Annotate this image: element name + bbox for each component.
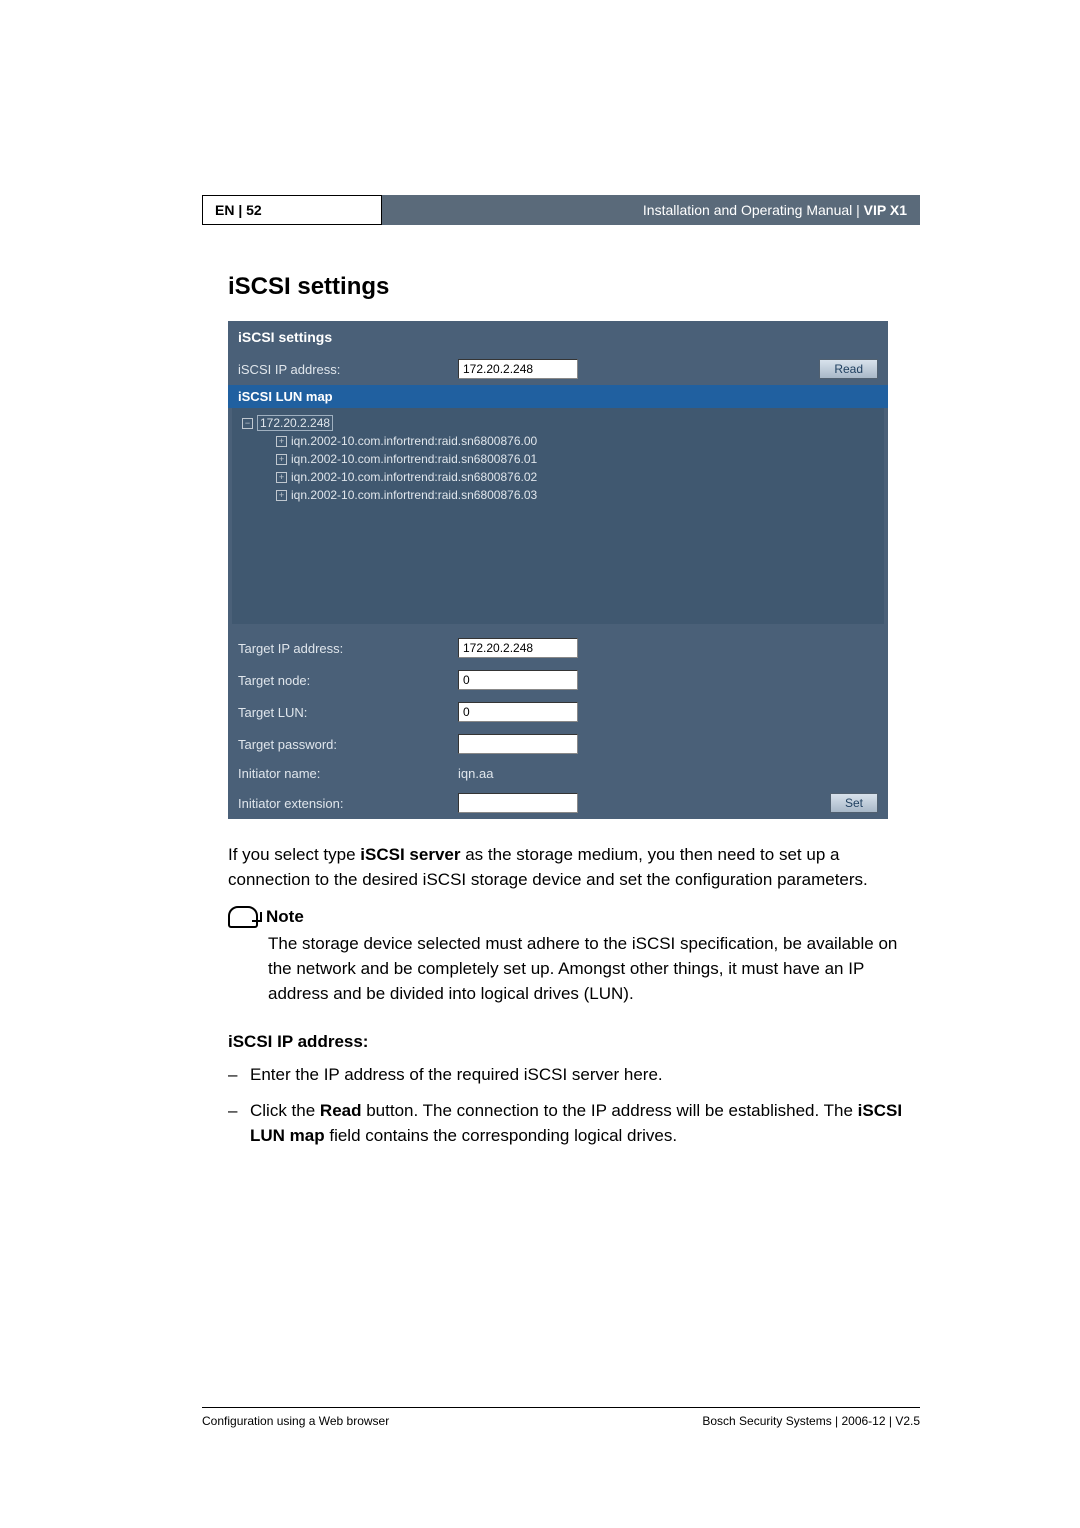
target-lun-label: Target LUN: xyxy=(238,705,458,720)
lun-map-heading: iSCSI LUN map xyxy=(228,385,888,408)
expand-icon[interactable]: + xyxy=(276,490,287,501)
list-item: Click the Read button. The connection to… xyxy=(228,1098,920,1149)
read-button[interactable]: Read xyxy=(819,359,878,379)
list-item-bold: Read xyxy=(320,1101,362,1120)
list-item-pre: Click the xyxy=(250,1101,320,1120)
target-lun-input[interactable]: 0 xyxy=(458,702,578,722)
target-password-input[interactable] xyxy=(458,734,578,754)
initiator-ext-row: Initiator extension: Set xyxy=(228,787,888,819)
page-footer: Configuration using a Web browser Bosch … xyxy=(202,1407,920,1428)
target-password-row: Target password: xyxy=(228,728,888,760)
iscsi-ip-label: iSCSI IP address: xyxy=(238,362,458,377)
target-password-label: Target password: xyxy=(238,737,458,752)
header-product: VIP X1 xyxy=(864,202,907,218)
tree-item-label: iqn.2002-10.com.infortrend:raid.sn680087… xyxy=(291,434,537,448)
set-button[interactable]: Set xyxy=(830,793,878,813)
tree-item[interactable]: + iqn.2002-10.com.infortrend:raid.sn68008… xyxy=(242,450,874,468)
tree-item[interactable]: + iqn.2002-10.com.infortrend:raid.sn68008… xyxy=(242,486,874,504)
target-ip-row: Target IP address: 172.20.2.248 xyxy=(228,632,888,664)
intro-pre: If you select type xyxy=(228,845,360,864)
instruction-list: Enter the IP address of the required iSC… xyxy=(228,1062,920,1149)
header-title-prefix: Installation and Operating Manual | xyxy=(643,202,864,218)
target-node-row: Target node: 0 xyxy=(228,664,888,696)
initiator-name-value: iqn.aa xyxy=(458,766,493,781)
tree-item[interactable]: + iqn.2002-10.com.infortrend:raid.sn68008… xyxy=(242,468,874,486)
expand-icon[interactable]: + xyxy=(276,472,287,483)
expand-icon[interactable]: + xyxy=(276,454,287,465)
target-ip-input[interactable]: 172.20.2.248 xyxy=(458,638,578,658)
note-heading: Note xyxy=(266,907,304,927)
section-title: iSCSI settings xyxy=(202,273,920,301)
footer-right: Bosch Security Systems | 2006-12 | V2.5 xyxy=(702,1414,920,1428)
iscsi-ip-input[interactable]: 172.20.2.248 xyxy=(458,359,578,379)
intro-paragraph: If you select type iSCSI server as the s… xyxy=(228,843,920,892)
target-node-label: Target node: xyxy=(238,673,458,688)
iscsi-ip-row: iSCSI IP address: 172.20.2.248 Read xyxy=(228,353,888,385)
list-item: Enter the IP address of the required iSC… xyxy=(228,1062,920,1088)
list-item-post: field contains the corresponding logical… xyxy=(325,1126,677,1145)
tree-item-label: iqn.2002-10.com.infortrend:raid.sn680087… xyxy=(291,452,537,466)
header-page-number: EN | 52 xyxy=(202,195,382,225)
list-item-mid: button. The connection to the IP address… xyxy=(362,1101,858,1120)
collapse-icon[interactable]: − xyxy=(242,418,253,429)
note-block: Note The storage device selected must ad… xyxy=(228,906,920,1006)
iscsi-ip-subheading: iSCSI IP address: xyxy=(228,1032,920,1052)
note-icon xyxy=(228,906,258,928)
list-item-text: Enter the IP address of the required iSC… xyxy=(250,1065,663,1084)
expand-icon[interactable]: + xyxy=(276,436,287,447)
tree-root-label[interactable]: 172.20.2.248 xyxy=(257,415,333,431)
target-node-input[interactable]: 0 xyxy=(458,670,578,690)
lun-map-tree[interactable]: −172.20.2.248 + iqn.2002-10.com.infortren… xyxy=(232,408,884,624)
iscsi-settings-panel: iSCSI settings iSCSI IP address: 172.20.… xyxy=(228,321,888,819)
note-body: The storage device selected must adhere … xyxy=(268,932,920,1006)
footer-left: Configuration using a Web browser xyxy=(202,1414,389,1428)
initiator-name-label: Initiator name: xyxy=(238,766,458,781)
target-ip-label: Target IP address: xyxy=(238,641,458,656)
panel-heading: iSCSI settings xyxy=(228,321,888,353)
initiator-ext-input[interactable] xyxy=(458,793,578,813)
tree-item[interactable]: + iqn.2002-10.com.infortrend:raid.sn68008… xyxy=(242,432,874,450)
tree-item-label: iqn.2002-10.com.infortrend:raid.sn680087… xyxy=(291,488,537,502)
tree-item-label: iqn.2002-10.com.infortrend:raid.sn680087… xyxy=(291,470,537,484)
initiator-name-row: Initiator name: iqn.aa xyxy=(228,760,888,787)
tree-root[interactable]: −172.20.2.248 xyxy=(242,414,333,432)
page-header: EN | 52 Installation and Operating Manua… xyxy=(202,195,920,225)
initiator-ext-label: Initiator extension: xyxy=(238,796,458,811)
target-lun-row: Target LUN: 0 xyxy=(228,696,888,728)
intro-bold: iSCSI server xyxy=(360,845,460,864)
header-manual-title: Installation and Operating Manual | VIP … xyxy=(382,195,920,225)
